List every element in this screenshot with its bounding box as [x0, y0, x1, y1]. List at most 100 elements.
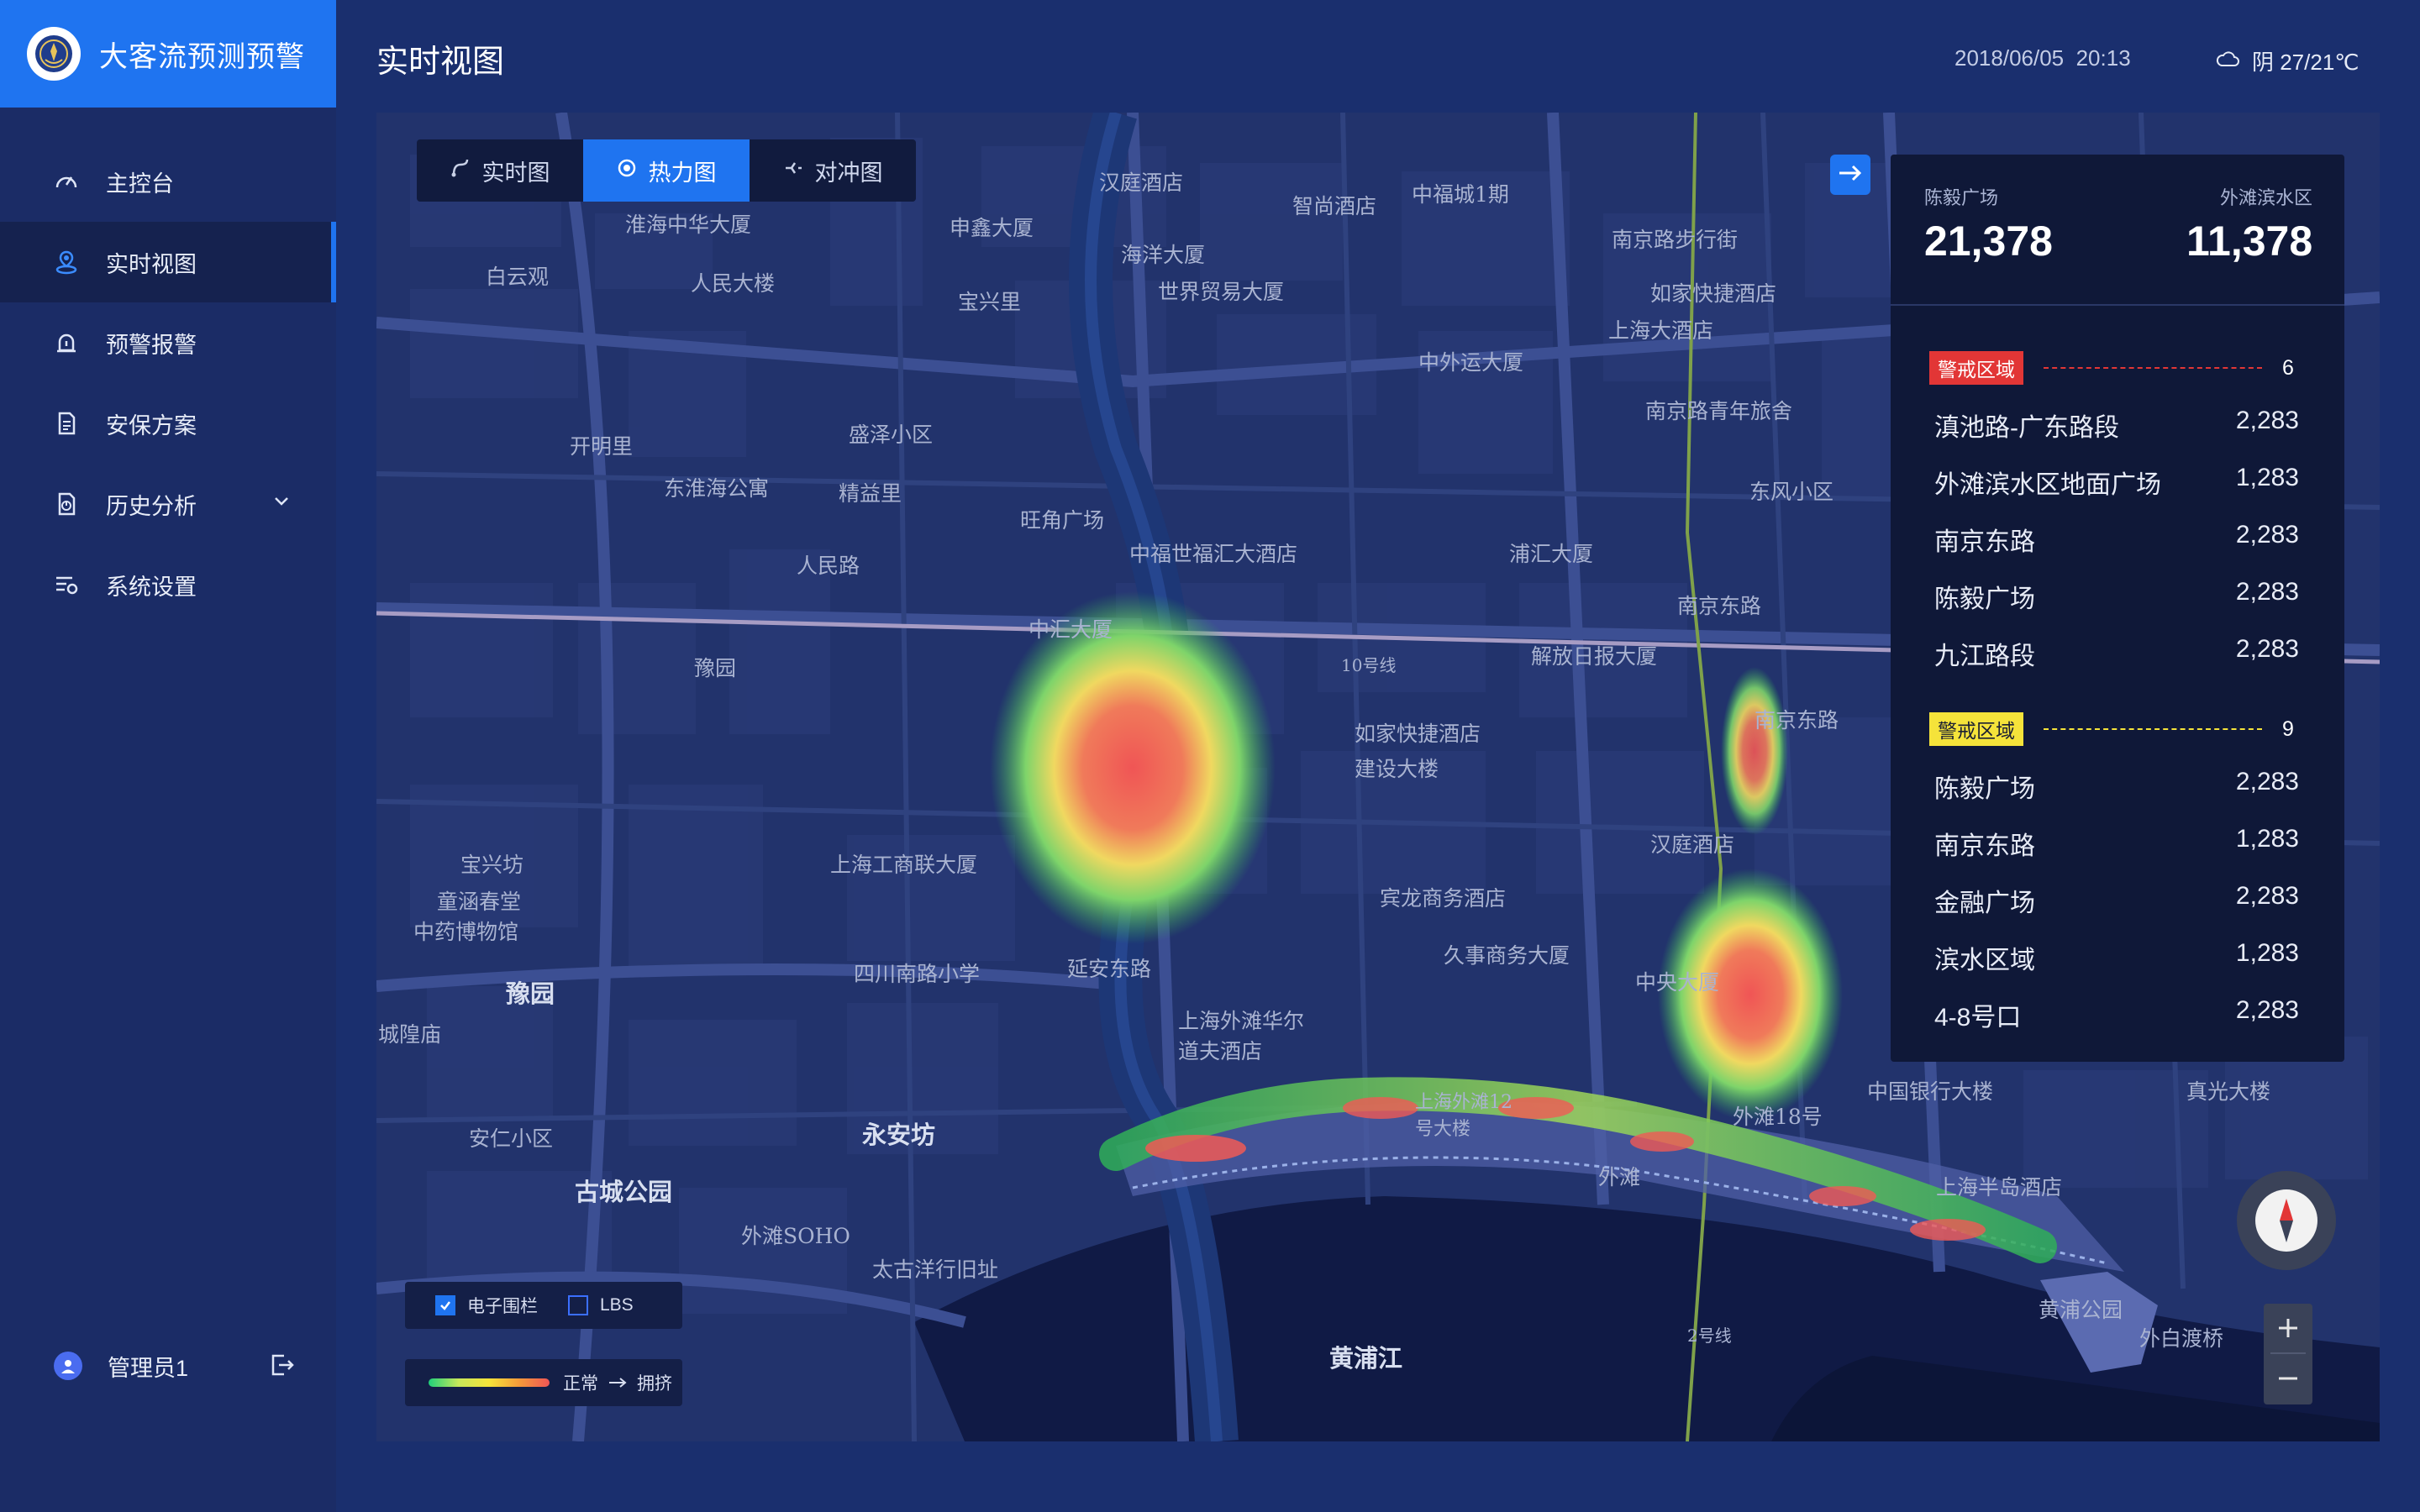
zoom-out-button[interactable] [2264, 1354, 2312, 1403]
list-item[interactable]: 陈毅广场 2,283 [1934, 578, 2299, 615]
map-label: 宝兴里 [958, 290, 1022, 314]
zone-value: 2,283 [2235, 768, 2299, 795]
sidebar-item-label: 主控台 [106, 171, 174, 197]
map-label: 中药博物馆 [413, 920, 519, 944]
map-label: 外滩SOHO [741, 1224, 850, 1248]
map-label: 申鑫大厦 [950, 216, 1034, 240]
map-label: 上海大酒店 [1608, 318, 1714, 343]
map-label: 10号线 [1341, 655, 1397, 675]
kpi-label: 陈毅广场 [1924, 187, 1999, 208]
map-label: 汉庭酒店 [1650, 832, 1735, 857]
zone-value: 2,283 [2235, 407, 2299, 434]
date-text: 2018/06/05 [1954, 45, 2065, 71]
zone-value: 2,283 [2235, 882, 2299, 910]
chevron-down-icon[interactable] [271, 491, 292, 518]
zone-name: 陈毅广场 [1934, 585, 2035, 613]
fence-checkbox[interactable] [435, 1295, 455, 1315]
sidebar-item-dashboard[interactable]: 主控台 [0, 141, 336, 222]
tab-flow-map[interactable]: 对冲图 [750, 139, 916, 202]
compass-control[interactable] [2237, 1171, 2336, 1270]
map-label: 如家快捷酒店 [1650, 281, 1777, 306]
map-label: 智尚酒店 [1292, 194, 1377, 218]
arrow-right-icon [1837, 163, 1864, 187]
map-label: 久事商务大厦 [1444, 943, 1570, 968]
zone-value: 2,283 [2235, 578, 2299, 606]
tab-realtime-map[interactable]: 实时图 [417, 139, 583, 202]
app-title: 大客流预测预警 [99, 40, 305, 73]
sidebar-item-realtime-view[interactable]: 实时视图 [0, 222, 336, 302]
zone-name: 外滩滨水区地面广场 [1934, 471, 2161, 499]
time-text: 20:13 [2075, 45, 2131, 71]
heat-legend: 正常 拥挤 [405, 1359, 682, 1406]
crowd-stats-panel: 陈毅广场 21,378 外滩滨水区 11,378 警戒区域 6 滇池路-广东路段… [1891, 155, 2344, 1062]
user-profile[interactable]: 管理员1 [0, 1326, 336, 1406]
map-label: 真光大楼 [2186, 1079, 2271, 1104]
list-item[interactable]: 南京东路 1,283 [1934, 825, 2299, 862]
kpi-chenyi-square: 陈毅广场 21,378 [1924, 183, 2053, 265]
alert-zone-badge: 警戒区域 [1929, 351, 2023, 385]
list-item[interactable]: 外滩滨水区地面广场 1,283 [1934, 464, 2299, 501]
map-label: 上海外滩12号大楼 [1415, 1092, 1512, 1140]
document-icon [52, 409, 81, 438]
sidebar-item-security-plan[interactable]: 安保方案 [0, 383, 336, 464]
map-label: 中福世福汇大酒店 [1129, 542, 1298, 566]
tab-heat-map[interactable]: 热力图 [583, 139, 750, 202]
map-label: 安仁小区 [469, 1126, 554, 1151]
map-label: 南京路步行街 [1612, 228, 1739, 252]
map-label: 开明里 [570, 434, 634, 459]
tab-label: 对冲图 [814, 160, 883, 186]
sidebar-item-alerts[interactable]: 预警报警 [0, 302, 336, 383]
sidebar-item-history-analysis[interactable]: 历史分析 [0, 464, 336, 544]
map-label: 淮海中华大厦 [625, 213, 752, 237]
map-label: 太古洋行旧址 [872, 1257, 999, 1282]
minus-icon [2279, 1377, 2297, 1380]
map-label: 世界贸易大厦 [1158, 280, 1285, 304]
flow-icon [783, 158, 803, 184]
sidebar-item-settings[interactable]: 系统设置 [0, 544, 336, 625]
list-item[interactable]: 滇池路-广东路段 2,283 [1934, 407, 2299, 444]
report-icon [52, 490, 81, 518]
location-icon [52, 248, 81, 276]
list-item[interactable]: 陈毅广场 2,283 [1934, 768, 2299, 805]
map-label: 古城公园 [575, 1178, 673, 1206]
legend-to: 拥挤 [637, 1374, 672, 1394]
map-label: 外滩 [1598, 1165, 1641, 1189]
zone-value: 2,283 [2235, 635, 2299, 663]
zone-value: 1,283 [2235, 825, 2299, 853]
list-item[interactable]: 九江路段 2,283 [1934, 635, 2299, 672]
weather-text: 阴 27/21℃ [2252, 50, 2360, 75]
arrow-right-icon [608, 1373, 627, 1393]
tab-label: 热力图 [648, 160, 717, 186]
heat-gradient-bar [429, 1378, 550, 1387]
zoom-in-button[interactable] [2264, 1304, 2312, 1352]
kpi-value: 11,378 [2186, 218, 2313, 265]
map-label: 白云观 [486, 265, 550, 289]
list-item[interactable]: 4-8号口 2,283 [1934, 996, 2299, 1033]
map-label: 黄浦公园 [2039, 1298, 2123, 1322]
layer-label: 电子围栏 [467, 1297, 538, 1316]
zone-value: 2,283 [2235, 521, 2299, 549]
logout-icon[interactable] [267, 1351, 296, 1385]
list-item[interactable]: 滨水区域 1,283 [1934, 939, 2299, 976]
map-label: 解放日报大厦 [1531, 644, 1658, 669]
list-item[interactable]: 南京东路 2,283 [1934, 521, 2299, 558]
page-title: 实时视图 [376, 45, 505, 80]
map-label: 南京路青年旅舍 [1645, 399, 1793, 423]
map-label: 中央大厦 [1635, 970, 1720, 995]
lbs-checkbox[interactable] [568, 1295, 588, 1315]
zone-name: 滇池路-广东路段 [1934, 414, 2119, 442]
legend-from: 正常 [563, 1374, 598, 1394]
tab-label: 实时图 [481, 160, 550, 186]
map-label: 黄浦江 [1329, 1344, 1403, 1373]
settings-icon [52, 570, 81, 599]
map-label: 汉庭酒店 [1099, 171, 1184, 195]
zone-name: 南京东路 [1934, 528, 2035, 556]
map-label: 外白渡桥 [2139, 1326, 2224, 1351]
map-label: 人民路 [797, 554, 860, 578]
list-item[interactable]: 金融广场 2,283 [1934, 882, 2299, 919]
collapse-panel-button[interactable] [1830, 155, 1870, 195]
map-label: 上海工商联大厦 [830, 853, 978, 877]
zone-value: 1,283 [2235, 939, 2299, 967]
layer-toggles: 电子围栏 LBS [405, 1282, 682, 1329]
map-label: 上海外滩华尔道夫酒店 [1178, 1009, 1305, 1063]
